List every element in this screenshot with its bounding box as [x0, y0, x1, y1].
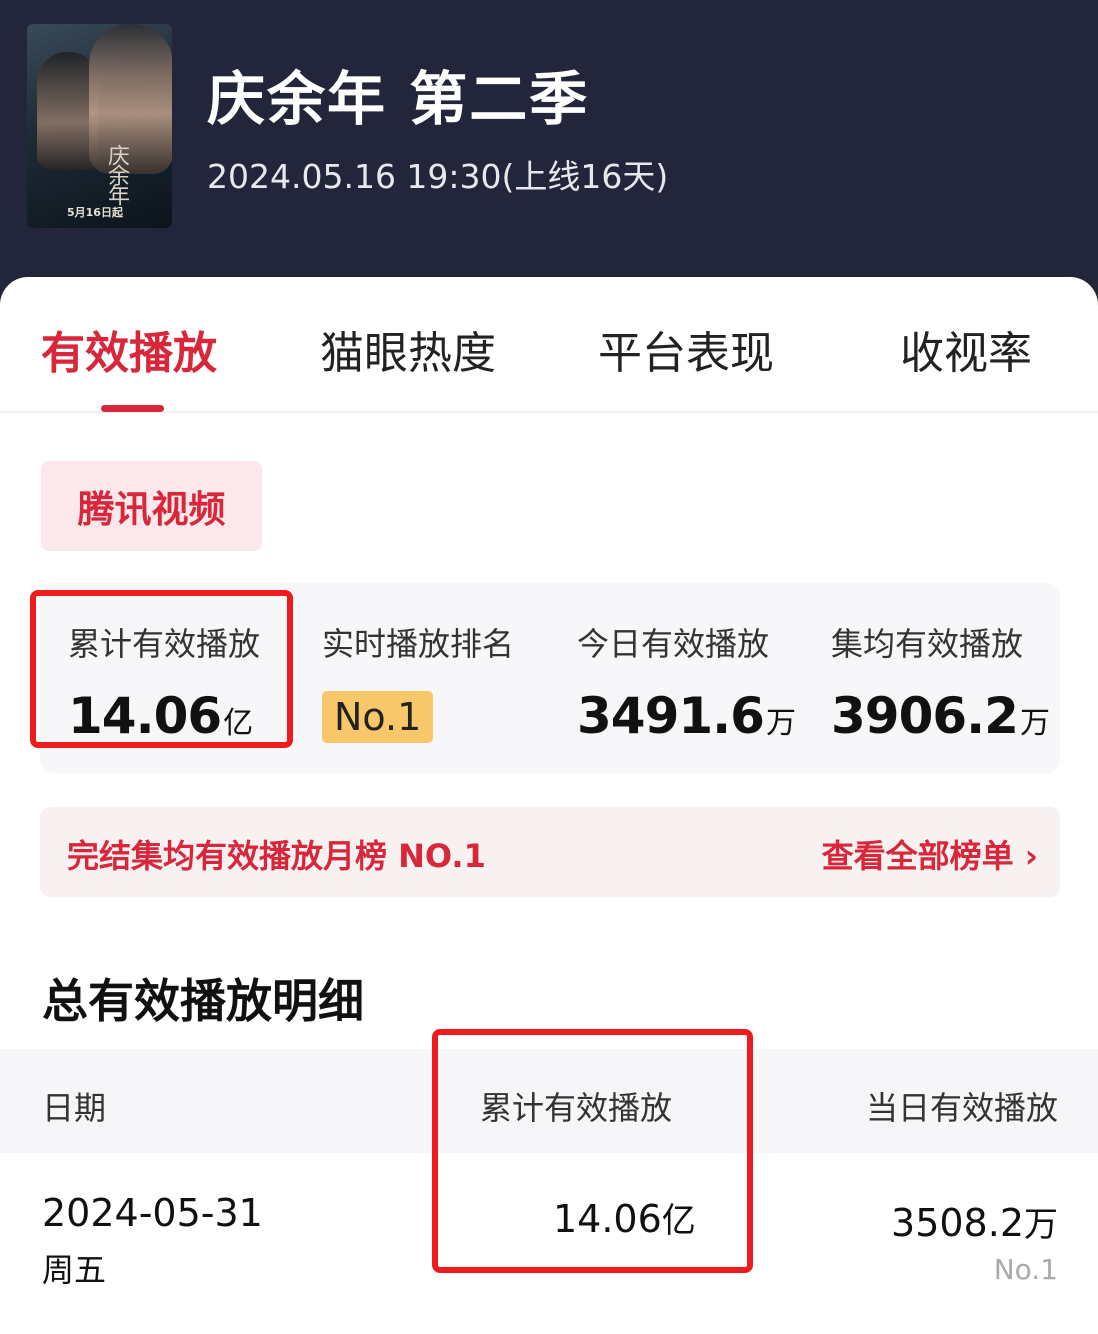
column-header-cumulative: 累计有效播放: [480, 1089, 673, 1127]
stat-cumulative-label: 累计有效播放: [68, 625, 261, 663]
tab-platform-performance[interactable]: 平台表现: [598, 317, 774, 381]
stat-today: 今日有效播放 3491.6万: [577, 619, 796, 745]
stat-rank-label: 实时播放排名: [322, 625, 515, 663]
rank-badge: No.1: [322, 691, 434, 743]
drama-title: 庆余年 第二季: [207, 65, 590, 133]
stat-today-label: 今日有效播放: [577, 625, 770, 663]
row-cumulative: 14.06亿: [553, 1197, 696, 1241]
stat-realtime-rank: 实时播放排名 No.1: [322, 619, 514, 743]
stat-per-episode-label: 集均有效播放: [831, 625, 1024, 663]
release-info: 2024.05.16 19:30(上线16天): [207, 157, 669, 196]
metric-tabs: 有效播放 猫眼热度 平台表现 收视率: [0, 277, 1098, 413]
tab-maoyan-heat[interactable]: 猫眼热度: [320, 317, 496, 381]
stat-per-episode: 集均有效播放 3906.2万: [831, 619, 1050, 745]
stat-cumulative-value: 14.06亿: [68, 687, 253, 745]
poster-calligraphy: 庆余年: [104, 144, 129, 204]
stat-today-value: 3491.6万: [577, 687, 796, 745]
tab-effective-play[interactable]: 有效播放: [41, 317, 217, 381]
ranking-banner-text: 完结集均有效播放月榜 NO.1: [67, 837, 486, 875]
column-header-daily: 当日有效播放: [865, 1089, 1058, 1127]
detail-table-header: 日期 累计有效播放 当日有效播放: [0, 1049, 1098, 1153]
stat-cumulative: 累计有效播放 14.06亿: [68, 619, 260, 745]
drama-poster[interactable]: 庆余年 5月16日起: [27, 24, 172, 228]
row-daily-rank: No.1: [993, 1253, 1058, 1286]
view-all-rankings-link[interactable]: 查看全部榜单 ›: [822, 831, 1038, 877]
row-date: 2024-05-31: [42, 1191, 263, 1235]
stats-panel: 累计有效播放 14.06亿 实时播放排名 No.1 今日有效播放 3491.6万…: [40, 583, 1060, 773]
poster-release-date: 5月16日起: [67, 206, 123, 219]
drama-header: 庆余年 5月16日起 庆余年 第二季 2024.05.16 19:30(上线16…: [0, 0, 1098, 300]
column-header-date: 日期: [42, 1089, 107, 1127]
detail-section-title: 总有效播放明细: [42, 974, 364, 1028]
active-tab-indicator: [101, 405, 164, 412]
stat-per-episode-value: 3906.2万: [831, 687, 1050, 745]
table-row: 2024-05-31 周五 14.06亿 3508.2万 No.1: [0, 1153, 1098, 1334]
monthly-ranking-banner[interactable]: 完结集均有效播放月榜 NO.1 查看全部榜单 ›: [40, 807, 1060, 897]
data-card: 有效播放 猫眼热度 平台表现 收视率 腾讯视频 累计有效播放 14.06亿 实时…: [0, 277, 1098, 1334]
tab-ratings[interactable]: 收视率: [900, 317, 1032, 381]
row-weekday: 周五: [42, 1251, 107, 1289]
platform-chip-tencent[interactable]: 腾讯视频: [41, 461, 262, 551]
row-daily: 3508.2万: [891, 1201, 1058, 1245]
poster-figure-right: [89, 24, 172, 174]
